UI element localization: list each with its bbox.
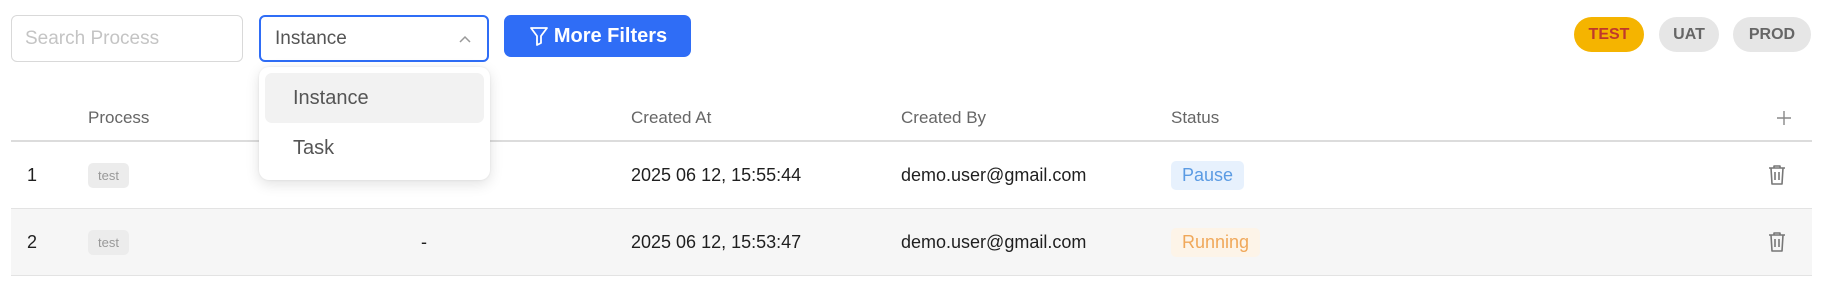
status-badge: Running [1171, 227, 1261, 257]
status-cell: Running [1171, 209, 1261, 275]
extra-cell: - [421, 231, 427, 252]
row-index: 2 [27, 231, 38, 252]
add-column-icon[interactable] [1776, 95, 1792, 140]
type-select-value: Instance [275, 27, 347, 49]
dropdown-option-instance[interactable]: Instance [265, 73, 484, 123]
created-by-cell: demo.user@gmail.com [901, 164, 1087, 185]
search-input[interactable] [11, 15, 243, 62]
created-at-cell: 2025 06 12, 15:53:47 [631, 231, 802, 252]
filter-icon [528, 25, 550, 47]
column-header-process: Process [88, 108, 150, 127]
type-select[interactable]: Instance [259, 15, 489, 62]
row-index: 1 [27, 164, 38, 185]
status-cell: Pause [1171, 142, 1245, 208]
env-prod-badge[interactable]: PROD [1733, 17, 1811, 52]
more-filters-label: More Filters [553, 24, 668, 47]
chevron-up-icon [457, 31, 473, 47]
process-tag: test [88, 162, 129, 188]
created-by-cell: demo.user@gmail.com [901, 231, 1087, 252]
column-header-status: Status [1171, 108, 1220, 127]
table-row[interactable]: 2 test - 2025 06 12, 15:53:47 demo.user@… [11, 209, 1812, 276]
column-header-created-by: Created By [901, 108, 987, 127]
created-at-cell: 2025 06 12, 15:55:44 [631, 164, 802, 185]
env-uat-badge[interactable]: UAT [1659, 17, 1719, 52]
type-select-dropdown: Instance Task [259, 67, 490, 180]
trash-icon[interactable] [1766, 142, 1788, 208]
dropdown-option-task[interactable]: Task [265, 123, 484, 173]
process-cell: test [88, 209, 129, 275]
more-filters-button[interactable]: More Filters [504, 15, 691, 57]
trash-icon[interactable] [1766, 209, 1788, 275]
process-tag: test [88, 229, 129, 255]
status-badge: Pause [1171, 160, 1245, 190]
column-header-created-at: Created At [631, 108, 712, 127]
env-test-badge[interactable]: TEST [1574, 17, 1644, 52]
process-cell: test [88, 142, 129, 208]
